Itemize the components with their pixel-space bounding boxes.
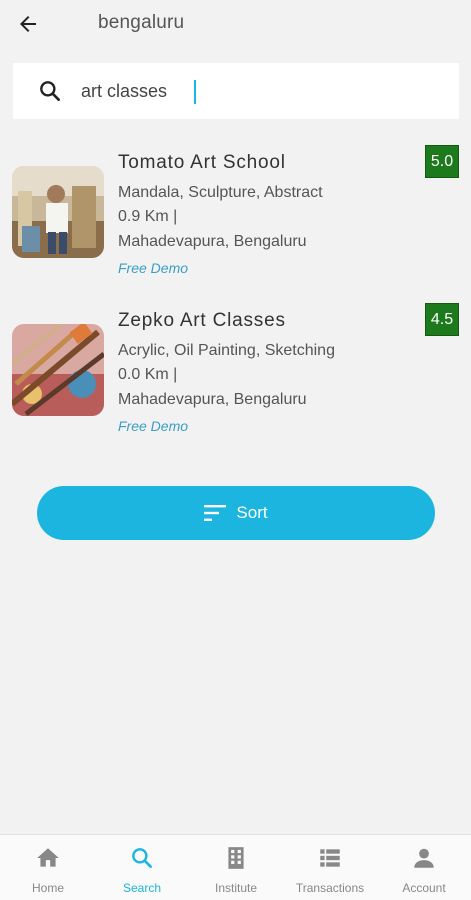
result-distance: 0.9 Km | [118, 208, 178, 225]
result-thumbnail[interactable] [12, 166, 104, 258]
nav-institute[interactable]: Institute [189, 835, 283, 900]
building-icon [228, 847, 244, 869]
search-box[interactable] [13, 63, 459, 119]
result-thumbnail[interactable] [12, 324, 104, 416]
nav-label: Institute [214, 881, 258, 895]
result-title[interactable]: Zepko Art Classes [118, 310, 286, 332]
result-title[interactable]: Tomato Art School [118, 152, 286, 174]
nav-account[interactable]: Account [377, 835, 471, 900]
top-bar: bengaluru [0, 0, 471, 50]
nav-label: Account [402, 881, 446, 895]
result-offer: Free Demo [118, 418, 189, 434]
nav-label: Home [31, 881, 64, 895]
rating-badge: 4.5 [425, 303, 459, 336]
result-distance: 0.0 Km | [118, 366, 178, 383]
nav-label: Transactions [295, 881, 365, 895]
person-icon [414, 848, 434, 868]
search-icon [40, 81, 60, 101]
result-categories: Acrylic, Oil Painting, Sketching [118, 342, 335, 359]
back-button[interactable] [12, 8, 44, 40]
nav-home[interactable]: Home [1, 835, 95, 900]
result-categories: Mandala, Sculpture, Abstract [118, 184, 323, 201]
sort-icon [204, 505, 227, 521]
rating-badge: 5.0 [425, 145, 459, 178]
nav-transactions[interactable]: Transactions [283, 835, 377, 900]
arrow-left-icon [20, 16, 36, 32]
result-item[interactable]: Zepko Art Classes Acrylic, Oil Painting,… [0, 303, 471, 446]
search-input[interactable] [81, 77, 441, 105]
bottom-nav: Home Search Institute Transactions Accou… [0, 834, 471, 900]
result-offer: Free Demo [118, 260, 189, 276]
result-location: Mahadevapura, Bengaluru [118, 233, 307, 250]
sort-button[interactable]: Sort [37, 486, 435, 540]
result-item[interactable]: Tomato Art School Mandala, Sculpture, Ab… [0, 145, 471, 288]
sort-button-label: Sort [236, 503, 268, 522]
list-icon [320, 849, 340, 867]
home-icon [37, 848, 59, 867]
city-name[interactable]: bengaluru [98, 12, 184, 34]
nav-search[interactable]: Search [95, 835, 189, 900]
result-location: Mahadevapura, Bengaluru [118, 391, 307, 408]
text-cursor [194, 80, 196, 104]
search-icon [132, 848, 152, 868]
nav-label: Search [122, 881, 162, 895]
